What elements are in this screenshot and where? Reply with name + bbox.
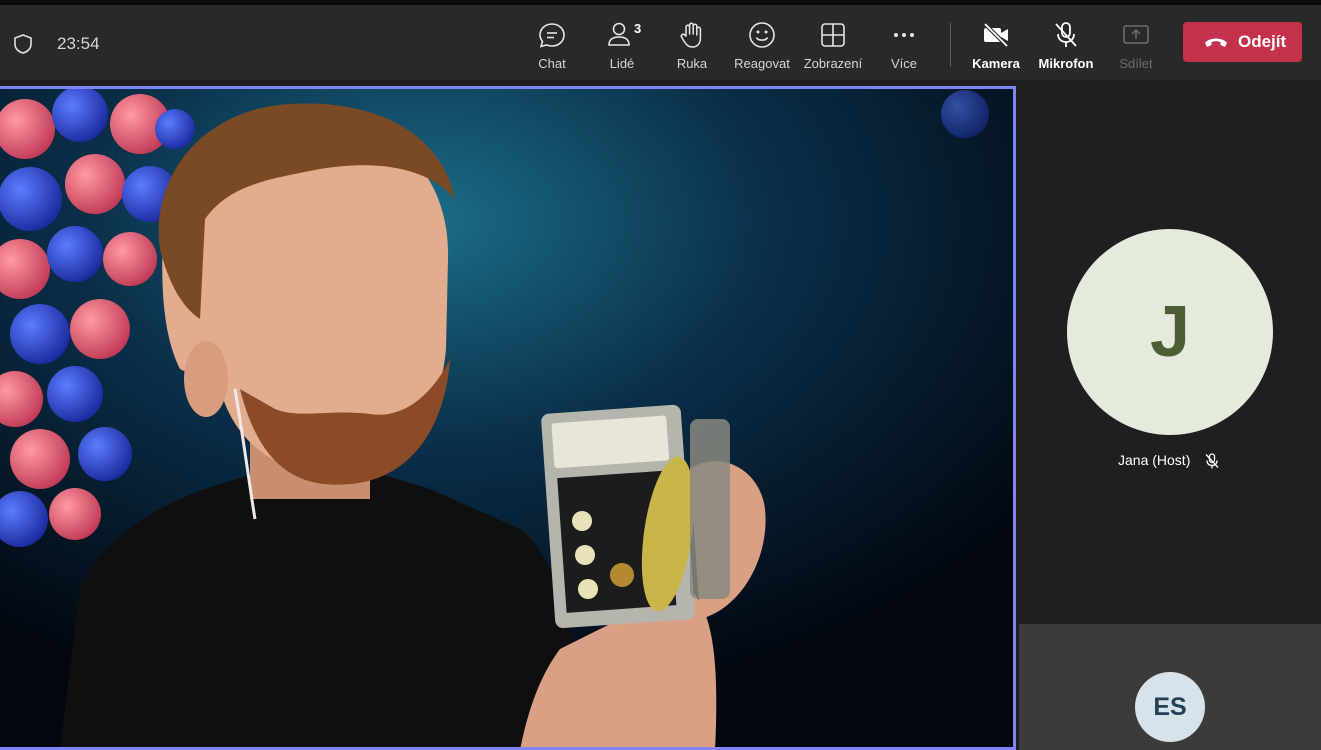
react-button[interactable]: Reagovat <box>730 15 794 75</box>
hand-icon <box>680 22 702 48</box>
people-icon-wrap: 3 <box>607 20 641 50</box>
meeting-timer: 23:54 <box>57 34 100 53</box>
mic-label: Mikrofon <box>1038 56 1094 71</box>
video-frame <box>0 89 1013 747</box>
mic-toggle-button[interactable]: Mikrofon <box>1034 15 1098 75</box>
raise-hand-button[interactable]: Ruka <box>660 15 724 75</box>
view-button[interactable]: Zobrazení <box>801 15 865 75</box>
view-label: Zobrazení <box>803 56 863 71</box>
meeting-toolbar: 23:54 Chat 3 Lidé Ruka Reagovat Zobrazen… <box>0 5 1321 80</box>
leave-label: Odejít <box>1238 32 1287 51</box>
share-label: Sdílet <box>1119 56 1153 71</box>
share-button[interactable]: Sdílet <box>1104 15 1168 75</box>
people-button[interactable]: 3 Lidé <box>590 15 654 75</box>
active-speaker-video[interactable] <box>0 86 1016 750</box>
chat-button[interactable]: Chat <box>520 15 584 75</box>
participant-tile-es[interactable]: ES <box>1019 624 1321 750</box>
people-label: Lidé <box>609 56 635 71</box>
hand-label: Ruka <box>676 56 708 71</box>
react-label: Reagovat <box>734 56 790 71</box>
more-label: Více <box>890 56 917 71</box>
more-button[interactable]: Více <box>872 15 936 75</box>
toolbar-divider <box>950 23 951 67</box>
camera-label: Kamera <box>972 56 1020 71</box>
view-grid-icon <box>821 23 845 47</box>
participants-panel: J Jana (Host) <box>1019 86 1321 624</box>
mic-off-icon <box>1055 22 1077 47</box>
shield-icon[interactable] <box>12 33 34 55</box>
camera-off-icon <box>983 22 1009 48</box>
camera-toggle-button[interactable]: Kamera <box>964 15 1028 75</box>
phone-hangup-icon <box>1205 38 1227 47</box>
leave-button[interactable]: Odejít <box>1183 22 1302 62</box>
chat-icon <box>539 23 565 48</box>
people-icon <box>608 22 630 46</box>
share-icon <box>1123 25 1149 44</box>
host-name: Jana (Host) <box>1118 452 1191 468</box>
host-avatar[interactable]: J <box>1067 229 1273 435</box>
mic-off-icon <box>1205 453 1219 469</box>
people-count-badge: 3 <box>634 21 642 36</box>
smile-icon <box>749 22 775 48</box>
participant-avatar-es: ES <box>1135 672 1205 742</box>
dosimeter-device <box>541 404 730 629</box>
more-icon <box>894 33 914 37</box>
chat-label: Chat <box>538 56 566 71</box>
